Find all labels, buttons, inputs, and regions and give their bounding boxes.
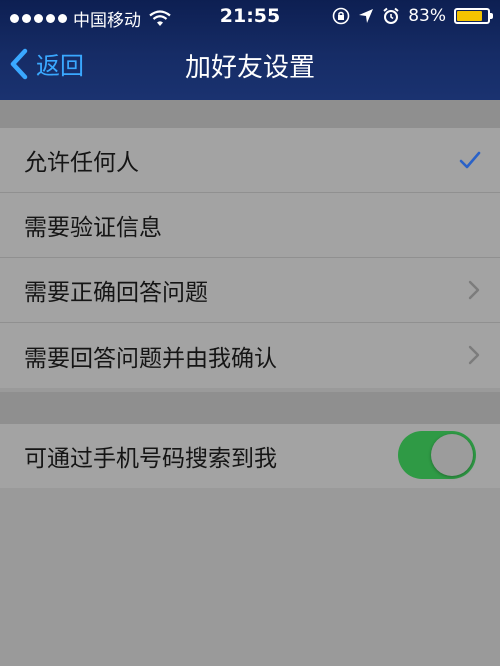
search-by-phone-toggle[interactable] bbox=[398, 431, 476, 479]
checkmark-icon bbox=[459, 151, 481, 169]
option-label: 需要回答问题并由我确认 bbox=[24, 345, 277, 372]
option-answer-and-confirm[interactable]: 需要回答问题并由我确认 bbox=[0, 323, 500, 388]
status-bar: 中国移动 21:55 83% bbox=[0, 0, 500, 34]
option-label: 允许任何人 bbox=[24, 150, 139, 176]
option-answer-question[interactable]: 需要正确回答问题 bbox=[0, 258, 500, 323]
verification-options-list: 允许任何人 需要验证信息 需要正确回答问题 需要回答问题并由我确认 bbox=[0, 128, 500, 388]
option-allow-anyone[interactable]: 允许任何人 bbox=[0, 128, 500, 193]
search-by-phone-row: 可通过手机号码搜索到我 bbox=[0, 424, 500, 488]
battery-icon bbox=[454, 8, 493, 24]
toggle-knob bbox=[431, 434, 473, 476]
section-gap bbox=[0, 392, 500, 424]
option-label: 需要验证信息 bbox=[24, 215, 162, 241]
section-gap bbox=[0, 100, 500, 128]
alarm-icon bbox=[383, 7, 399, 24]
battery-percent: 83% bbox=[408, 6, 446, 26]
nav-bar: 返回 加好友设置 bbox=[0, 34, 500, 100]
chevron-right-icon bbox=[468, 345, 480, 365]
option-require-verification[interactable]: 需要验证信息 bbox=[0, 193, 500, 258]
page-title: 加好友设置 bbox=[184, 53, 315, 83]
app-header: 中国移动 21:55 83% 返回 加好友设置 bbox=[0, 0, 500, 100]
search-by-phone-label: 可通过手机号码搜索到我 bbox=[24, 446, 277, 472]
option-label: 需要正确回答问题 bbox=[24, 280, 208, 306]
rotation-lock-icon bbox=[332, 7, 350, 25]
location-icon bbox=[359, 9, 374, 23]
search-settings-list: 可通过手机号码搜索到我 bbox=[0, 424, 500, 488]
chevron-right-icon bbox=[468, 280, 480, 300]
